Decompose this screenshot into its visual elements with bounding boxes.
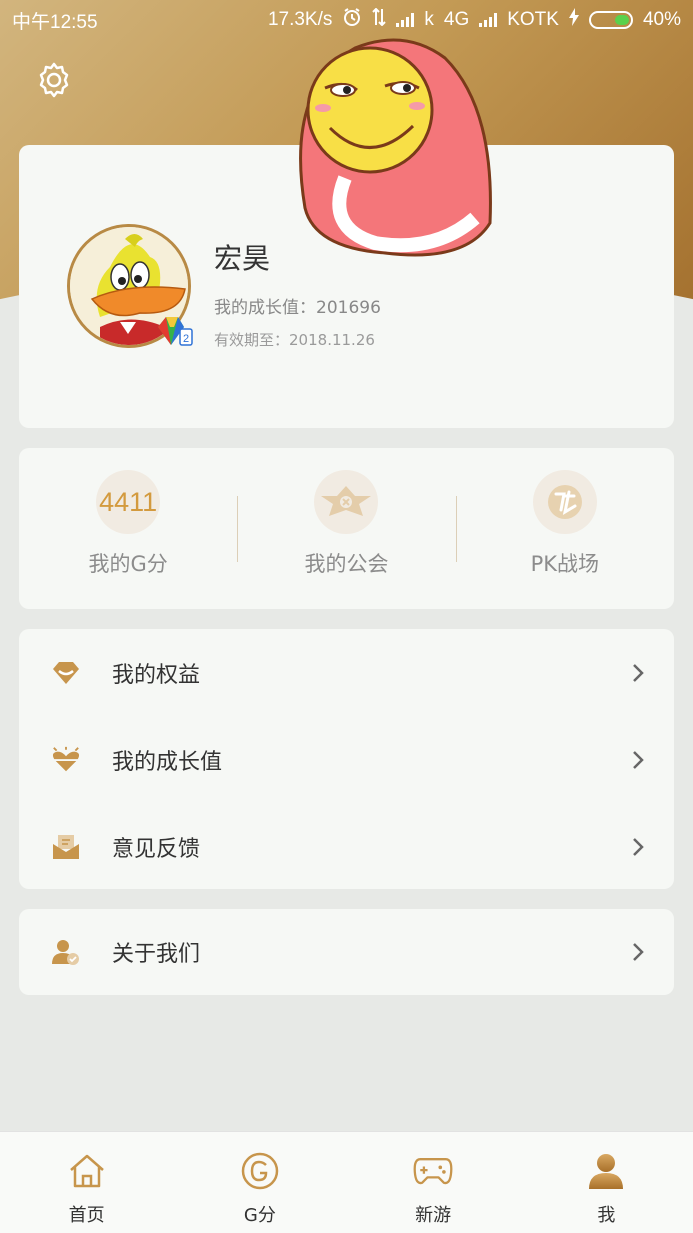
tab-label-home: 首页 (68, 1205, 105, 1226)
stat-label-guild: 我的公会 (304, 552, 389, 576)
chevron-right-icon (633, 837, 644, 856)
tab-g-score[interactable]: G分 (173, 1132, 346, 1233)
menu-label-benefits: 我的权益 (112, 662, 201, 688)
profile-icon (586, 1151, 626, 1191)
charging-icon (568, 8, 579, 32)
heart-growth-icon (51, 745, 81, 775)
menu-card: 我的权益 我的成长值 意见反馈 (19, 629, 674, 889)
gamepad-icon (413, 1151, 453, 1191)
tab-me[interactable]: 我 (520, 1132, 693, 1233)
g-score-circle: 4411 (96, 470, 161, 534)
menu-item-benefits[interactable]: 我的权益 (19, 629, 674, 716)
expiry-date: 2018.11.26 (289, 331, 375, 349)
stat-pk-battle[interactable]: PK战场 (455, 448, 674, 609)
battery-icon (588, 11, 633, 29)
chevron-right-icon (633, 663, 644, 682)
stat-g-score[interactable]: 4411 我的G分 (19, 448, 237, 609)
stats-card: 4411 我的G分 我的公会 PK战场 (19, 448, 674, 609)
user-name: 宏昊 (214, 242, 271, 275)
feedback-envelope-icon (51, 832, 81, 862)
tab-new-games[interactable]: 新游 (347, 1132, 520, 1233)
tab-label-new-games: 新游 (415, 1205, 452, 1226)
menu-item-about[interactable]: 关于我们 (19, 909, 674, 995)
status-time: 中午12:55 (12, 11, 98, 33)
guild-emblem-icon (314, 470, 379, 534)
stat-label-g-score: 我的G分 (88, 552, 168, 576)
carrier-name: KOTK (507, 9, 559, 30)
gear-icon (39, 62, 69, 98)
menu-item-growth[interactable]: 我的成长值 (19, 716, 674, 803)
settings-button[interactable] (32, 58, 76, 102)
stat-guild[interactable]: 我的公会 (237, 448, 455, 609)
about-card: 关于我们 (19, 909, 674, 995)
growth-value: 201696 (316, 298, 381, 318)
expiry-label: 有效期至： (214, 331, 290, 349)
chevron-right-icon (633, 943, 644, 961)
expiry-line: 有效期至：2018.11.26 (214, 329, 375, 350)
growth-label: 我的成长值： (214, 298, 316, 318)
diamond-icon (51, 658, 81, 688)
tab-label-me: 我 (597, 1205, 616, 1226)
menu-item-feedback[interactable]: 意见反馈 (19, 803, 674, 890)
blush-emoji-sticker (285, 28, 500, 263)
vip-badge: 2 (154, 315, 194, 347)
signal-icon (396, 13, 415, 27)
stat-label-pk-battle: PK战场 (530, 552, 600, 576)
chevron-right-icon (633, 750, 644, 769)
growth-value-line: 我的成长值：201696 (214, 293, 381, 318)
bottom-tab-bar: 首页 G分 新游 我 (0, 1131, 693, 1233)
tab-home[interactable]: 首页 (0, 1132, 173, 1233)
menu-label-about: 关于我们 (112, 942, 201, 967)
home-icon (67, 1151, 107, 1191)
pk-battle-icon (532, 470, 597, 534)
battery-percent: 40% (642, 9, 681, 30)
signal-icon-2 (479, 13, 498, 27)
g-icon (240, 1151, 280, 1191)
menu-label-feedback: 意见反馈 (112, 836, 201, 862)
user-check-icon (51, 937, 81, 967)
menu-label-growth: 我的成长值 (112, 749, 223, 775)
tab-label-g-score: G分 (243, 1205, 276, 1226)
g-score-value: 4411 (99, 486, 158, 517)
battery-fill (614, 15, 629, 25)
vip-level: 2 (183, 333, 189, 345)
